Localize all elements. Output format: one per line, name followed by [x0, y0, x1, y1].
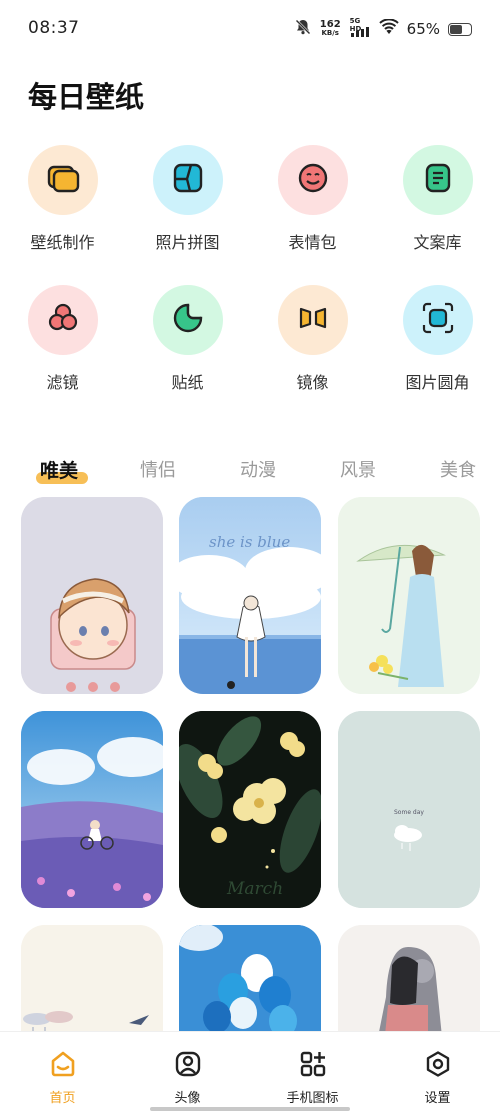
bottom-nav: 首页 头像 手机图标 设置	[0, 1031, 500, 1115]
wallpaper-caption: she is blue	[209, 533, 291, 551]
tool-icon-bg	[27, 285, 98, 355]
page-title: 每日壁纸	[28, 80, 145, 114]
app-grid-icon	[299, 1050, 327, 1082]
status-time: 08:37	[28, 18, 80, 38]
tool-photo-collage[interactable]: 照片拼图	[125, 145, 250, 270]
tool-label: 照片拼图	[155, 233, 220, 252]
wallpaper-card[interactable]	[338, 497, 480, 694]
battery-icon	[448, 22, 472, 36]
tool-icon-bg	[27, 145, 98, 215]
bell-off-icon	[294, 18, 312, 40]
tool-icon-bg	[152, 285, 223, 355]
she-is-blue-wallpaper	[179, 497, 321, 694]
wifi-icon	[378, 18, 399, 39]
wallpaper-card[interactable]: she is blue	[179, 497, 321, 694]
tool-icon-bg	[152, 145, 223, 215]
tool-wallpaper-make[interactable]: 壁纸制作	[0, 145, 125, 270]
wallpaper-caption: Some day	[394, 809, 424, 816]
tool-text-library[interactable]: 文案库	[375, 145, 500, 270]
net-speed-value: 162	[319, 19, 341, 30]
net-speed-unit: KB/s	[321, 29, 339, 37]
girl-umbrella-wallpaper	[338, 497, 480, 694]
wallpaper-card[interactable]: Some day	[338, 711, 480, 908]
emoji-icon	[293, 158, 333, 202]
battery-percent: 65%	[406, 20, 440, 38]
sticker-icon	[168, 298, 208, 342]
document-icon	[418, 158, 458, 202]
home-indicator[interactable]	[150, 1107, 350, 1111]
nav-label: 设置	[424, 1091, 451, 1106]
category-tabs: 唯美 情侣 动漫 风景 美食	[0, 450, 500, 490]
settings-icon	[424, 1050, 452, 1082]
tab-anime[interactable]: 动漫	[240, 456, 276, 482]
tool-label: 表情包	[288, 233, 337, 252]
mirror-icon	[293, 298, 333, 342]
nav-home[interactable]: 首页	[0, 1050, 125, 1106]
tab-scenery[interactable]: 风景	[340, 456, 376, 482]
anime-boy-wallpaper	[21, 497, 163, 694]
wallpaper-card[interactable]	[21, 497, 163, 694]
tool-icon-bg	[402, 285, 473, 355]
tool-rounded-corner[interactable]: 图片圆角	[375, 285, 500, 410]
tab-weimei[interactable]: 唯美	[40, 456, 78, 483]
wallpaper-make-icon	[43, 158, 83, 202]
tool-filter[interactable]: 滤镜	[0, 285, 125, 410]
tool-label: 贴纸	[171, 373, 204, 392]
filter-icon	[43, 298, 83, 342]
tool-emoji[interactable]: 表情包	[250, 145, 375, 270]
nav-avatar[interactable]: 头像	[125, 1050, 250, 1106]
signal-icon: 5G HD	[349, 17, 371, 39]
home-icon	[49, 1050, 77, 1082]
lavender-field-wallpaper	[21, 711, 163, 908]
rounded-corner-icon	[418, 298, 458, 342]
tab-couple[interactable]: 情侣	[140, 456, 176, 482]
tab-food[interactable]: 美食	[440, 456, 476, 482]
nav-label: 手机图标	[286, 1091, 339, 1106]
status-bar: 08:37 162 KB/s 5G HD 65%	[0, 0, 500, 60]
network-speed: 162 KB/s	[320, 20, 341, 38]
tool-label: 壁纸制作	[30, 233, 95, 252]
tool-label: 文案库	[413, 233, 462, 252]
status-icons: 162 KB/s 5G HD 65%	[294, 17, 472, 40]
tool-label: 镜像	[296, 373, 329, 392]
tool-sticker[interactable]: 贴纸	[125, 285, 250, 410]
avatar-icon	[174, 1050, 202, 1082]
tool-mirror[interactable]: 镜像	[250, 285, 375, 410]
tool-icon-bg	[402, 145, 473, 215]
nav-phone-icons[interactable]: 手机图标	[250, 1050, 375, 1106]
nav-label: 头像	[174, 1091, 201, 1106]
collage-icon	[168, 158, 208, 202]
wallpaper-card[interactable]	[21, 711, 163, 908]
tool-label: 图片圆角	[405, 373, 470, 392]
tool-icon-bg	[277, 285, 348, 355]
nav-label: 首页	[49, 1091, 76, 1106]
tool-label: 滤镜	[46, 373, 79, 392]
wallpaper-caption: March	[227, 879, 284, 899]
tool-icon-bg	[277, 145, 348, 215]
wallpaper-card[interactable]: March	[179, 711, 321, 908]
nav-settings[interactable]: 设置	[375, 1050, 500, 1106]
